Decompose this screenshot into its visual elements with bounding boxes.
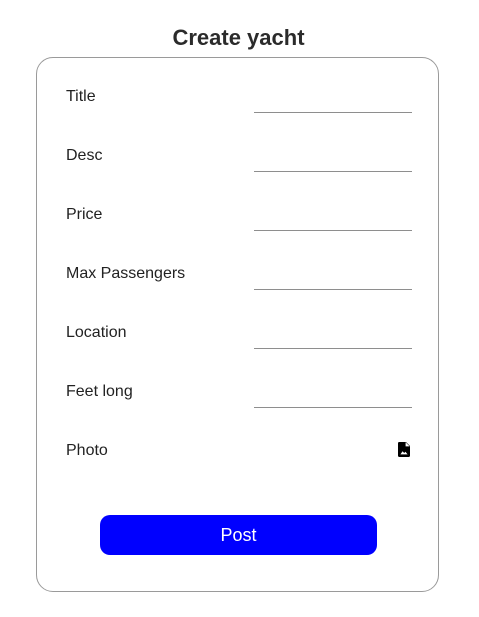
location-label: Location: [66, 324, 127, 341]
location-field-row: Location: [37, 323, 438, 353]
title-field-row: Title: [37, 87, 438, 117]
title-input[interactable]: [254, 87, 412, 113]
location-input[interactable]: [254, 323, 412, 349]
image-file-icon[interactable]: [398, 442, 410, 457]
max-passengers-field-row: Max Passengers: [37, 264, 438, 294]
feet-long-label: Feet long: [66, 383, 133, 400]
page-title: Create yacht: [172, 24, 305, 50]
max-passengers-input[interactable]: [254, 264, 412, 290]
feet-long-input[interactable]: [254, 382, 412, 408]
desc-field-row: Desc: [37, 146, 438, 176]
desc-input[interactable]: [254, 146, 412, 172]
photo-label: Photo: [66, 442, 108, 459]
post-button[interactable]: Post: [100, 515, 377, 555]
price-input[interactable]: [254, 205, 412, 231]
title-label: Title: [66, 88, 96, 105]
feet-long-field-row: Feet long: [37, 382, 438, 412]
price-label: Price: [66, 206, 103, 223]
max-passengers-label: Max Passengers: [66, 265, 186, 282]
create-yacht-form: Title Desc Price Max Passengers Location…: [36, 57, 439, 592]
photo-field-row: Photo: [37, 441, 438, 471]
price-field-row: Price: [37, 205, 438, 235]
desc-label: Desc: [66, 147, 103, 164]
